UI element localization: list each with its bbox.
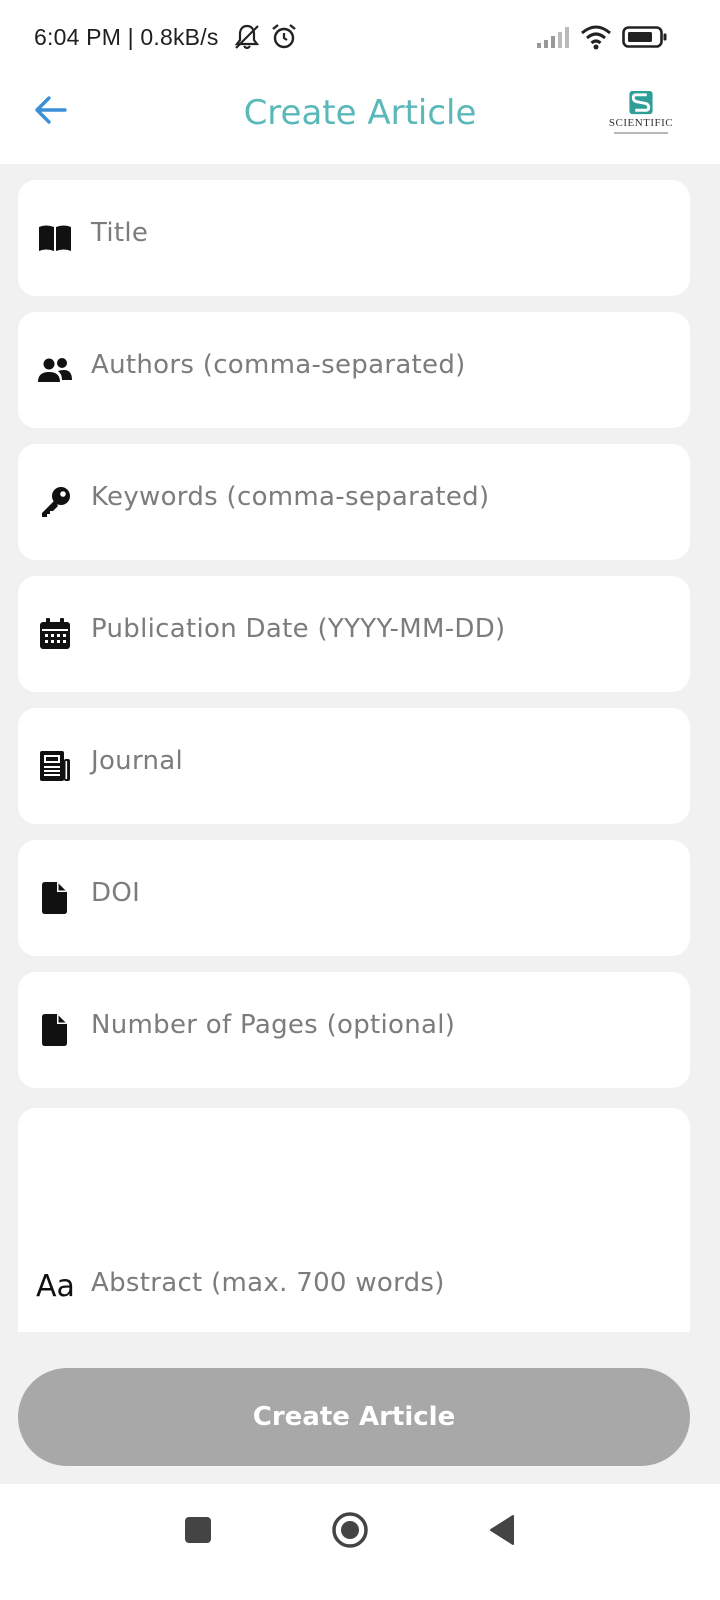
logo-mark-icon	[629, 90, 653, 115]
battery-icon	[622, 25, 668, 54]
muted-bell-icon	[232, 22, 262, 57]
journal-input[interactable]: Journal	[18, 708, 690, 824]
system-nav-bar	[0, 1484, 720, 1600]
back-nav-button[interactable]	[474, 1504, 530, 1560]
journal-placeholder: Journal	[91, 746, 184, 776]
recents-button[interactable]	[170, 1504, 226, 1560]
back-triangle-icon	[488, 1514, 516, 1551]
people-icon	[37, 352, 73, 388]
doi-placeholder: DOI	[91, 878, 141, 908]
status-bar: 6:04 PM | 0.8kB/s	[0, 0, 720, 76]
scientific-logo: SCIENTIFIC	[606, 90, 676, 134]
authors-placeholder: Authors (comma-separated)	[91, 350, 466, 380]
authors-input[interactable]: Authors (comma-separated)	[18, 312, 690, 428]
publication-date-placeholder: Publication Date (YYYY-MM-DD)	[91, 614, 506, 644]
keywords-placeholder: Keywords (comma-separated)	[91, 482, 490, 512]
text-format-icon: Aa	[36, 1269, 75, 1304]
publication-date-input[interactable]: Publication Date (YYYY-MM-DD)	[18, 576, 690, 692]
status-time-network: 6:04 PM | 0.8kB/s	[34, 24, 219, 50]
newspaper-icon	[37, 748, 73, 784]
home-button[interactable]	[322, 1504, 378, 1560]
logo-underline	[614, 132, 668, 134]
logo-text: SCIENTIFIC	[608, 117, 674, 130]
doi-input[interactable]: DOI	[18, 840, 690, 956]
number-of-pages-input[interactable]: Number of Pages (optional)	[18, 972, 690, 1088]
title-placeholder: Title	[91, 218, 149, 248]
create-article-button-label: Create Article	[252, 1402, 456, 1432]
alarm-clock-icon	[270, 23, 298, 56]
key-icon	[37, 484, 73, 520]
abstract-textarea[interactable]: Aa Abstract (max. 700 words)	[18, 1108, 690, 1332]
book-icon	[37, 220, 73, 256]
wifi-icon	[580, 24, 612, 55]
document-icon	[37, 1012, 73, 1048]
number-of-pages-placeholder: Number of Pages (optional)	[91, 1010, 456, 1040]
document-icon	[37, 880, 73, 916]
abstract-placeholder: Abstract (max. 700 words)	[91, 1268, 445, 1298]
title-input[interactable]: Title	[18, 180, 690, 296]
create-article-button[interactable]: Create Article	[18, 1368, 690, 1466]
app-bar: Create Article SCIENTIFIC	[0, 76, 720, 164]
calendar-icon	[37, 616, 73, 652]
home-circle-icon	[331, 1511, 369, 1554]
recents-square-icon	[184, 1516, 212, 1549]
keywords-input[interactable]: Keywords (comma-separated)	[18, 444, 690, 560]
signal-icon	[536, 25, 570, 54]
